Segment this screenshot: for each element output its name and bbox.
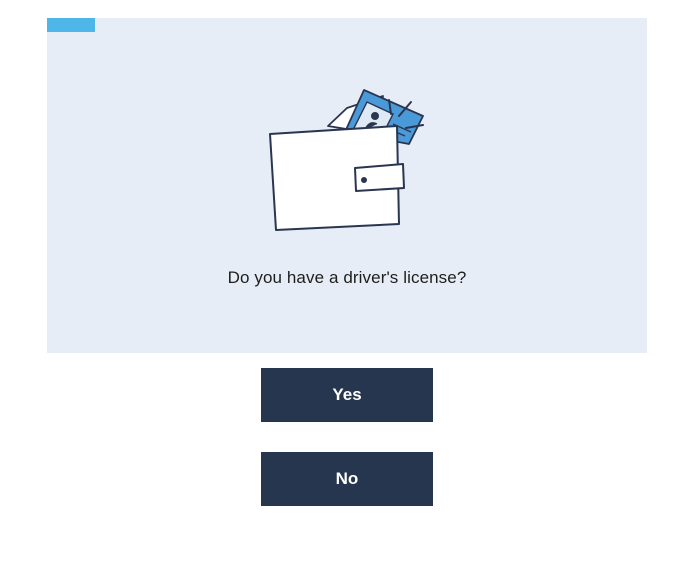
question-text: Do you have a driver's license? — [227, 268, 467, 287]
wallet-with-id-card-icon — [269, 89, 424, 231]
question-card: Do you have a driver's license? — [47, 18, 647, 353]
no-button[interactable]: No — [261, 452, 433, 506]
yes-button[interactable]: Yes — [261, 368, 433, 422]
progress-bar — [47, 18, 95, 32]
